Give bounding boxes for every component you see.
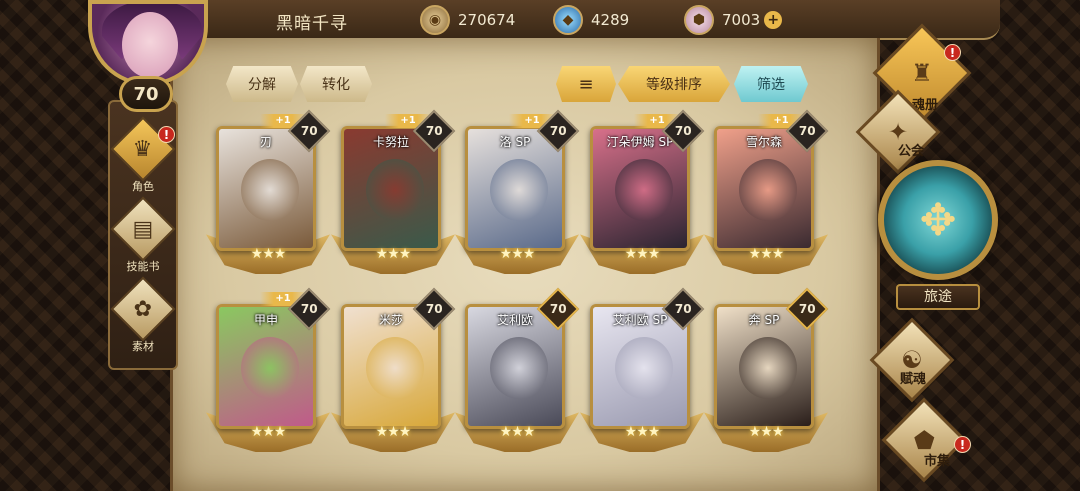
card-level-value: 70 xyxy=(798,123,816,138)
guild-label: 公会 xyxy=(898,144,925,159)
card-character-figure xyxy=(739,337,797,399)
left-nav-character[interactable]: ♛ 角色 ! xyxy=(110,116,176,194)
card-level-value: 70 xyxy=(549,301,567,316)
currency-gold: ◉ 270674 xyxy=(420,5,516,35)
soul-endow-button[interactable]: ☯ 赋魂 xyxy=(866,317,966,406)
hero-card[interactable]: 艾利欧 70 ★★★ xyxy=(455,287,580,456)
card-star-rank: ★★★ xyxy=(748,246,785,262)
market-button[interactable]: ⬟ 市集 ! xyxy=(878,397,978,487)
market-icon: ⬟ xyxy=(881,397,967,483)
material-icon: ✿ xyxy=(110,276,176,342)
card-character-figure xyxy=(366,337,424,399)
blue-crystal-icon: ◆ xyxy=(553,5,583,35)
hero-card[interactable]: 雪尔森 +1 70 ★★★ xyxy=(704,109,829,278)
card-level-value: 70 xyxy=(798,301,816,316)
hero-card[interactable]: 米莎 70 ★★★ xyxy=(331,287,456,456)
card-character-figure xyxy=(615,337,673,399)
card-level-value: 70 xyxy=(674,123,692,138)
journey-label: 旅途 xyxy=(896,284,980,310)
left-nav-material[interactable]: ✿ 素材 xyxy=(110,276,176,354)
hero-card[interactable]: 刃 +1 70 ★★★ xyxy=(206,109,331,278)
currency-crystal-value: 4289 xyxy=(591,11,630,29)
sort-order-button[interactable]: ≡ xyxy=(556,66,616,102)
player-level-badge: 70 xyxy=(119,76,173,112)
hero-card[interactable]: 洛 SP +1 70 ★★★ xyxy=(455,109,580,278)
gold-coin-icon: ◉ xyxy=(420,5,450,35)
card-level-value: 70 xyxy=(425,301,443,316)
avatar-face xyxy=(122,12,178,78)
market-label: 市集 xyxy=(924,454,951,469)
soul-endow-label: 赋魂 xyxy=(900,372,927,387)
card-star-rank: ★★★ xyxy=(624,246,661,262)
card-star-rank: ★★★ xyxy=(624,424,661,440)
filter-button[interactable]: 筛选 xyxy=(734,66,808,102)
hero-card[interactable]: 艾利欧 SP 70 ★★★ xyxy=(580,287,705,456)
card-character-figure xyxy=(241,337,299,399)
skill-book-icon: ▤ xyxy=(110,196,176,262)
add-gem-button[interactable]: + xyxy=(764,11,783,29)
card-level-value: 70 xyxy=(425,123,443,138)
hero-card[interactable]: 甲申 +1 70 ★★★ xyxy=(206,287,331,456)
card-character-figure xyxy=(366,159,424,221)
card-level-value: 70 xyxy=(300,301,318,316)
hero-card[interactable]: 汀朵伊姆 SP +1 70 ★★★ xyxy=(580,109,705,278)
level-sort-button[interactable]: 等级排序 xyxy=(618,66,730,102)
card-star-rank: ★★★ xyxy=(499,424,536,440)
card-level-value: 70 xyxy=(549,123,567,138)
convert-button[interactable]: 转化 xyxy=(300,66,372,102)
card-character-figure xyxy=(490,337,548,399)
player-name: 黑暗千寻 xyxy=(276,14,348,34)
currency-gem-value: 7003 xyxy=(722,11,761,29)
card-level-value: 70 xyxy=(300,123,318,138)
card-character-figure xyxy=(241,159,299,221)
currency-gem: ⬢ 7003 + xyxy=(684,5,783,35)
currency-gold-value: 270674 xyxy=(458,11,516,29)
hero-card[interactable]: 奔 SP 70 ★★★ xyxy=(704,287,829,456)
hero-card[interactable]: 卡努拉 +1 70 ★★★ xyxy=(331,109,456,278)
card-star-rank: ★★★ xyxy=(250,246,287,262)
card-character-figure xyxy=(615,159,673,221)
card-level-value: 70 xyxy=(674,301,692,316)
card-star-rank: ★★★ xyxy=(748,424,785,440)
card-character-figure xyxy=(490,159,548,221)
sort-icon: ≡ xyxy=(578,73,594,95)
soul-endow-icon: ☯ xyxy=(869,317,955,403)
currency-crystal: ◆ 4289 xyxy=(553,5,630,35)
card-star-rank: ★★★ xyxy=(499,246,536,262)
card-character-figure xyxy=(739,159,797,221)
card-star-rank: ★★★ xyxy=(375,424,412,440)
soul-book-alert-badge: ! xyxy=(944,44,961,61)
card-star-rank: ★★★ xyxy=(375,246,412,262)
journey-icon: ✥ xyxy=(878,160,998,280)
card-star-rank: ★★★ xyxy=(250,424,287,440)
pink-gem-icon: ⬢ xyxy=(684,5,714,35)
character-alert-badge: ! xyxy=(158,126,175,143)
journey-button[interactable]: ✥ 旅途 xyxy=(876,160,1000,310)
decompose-button[interactable]: 分解 xyxy=(226,66,298,102)
left-nav-skill-book[interactable]: ▤ 技能书 xyxy=(110,196,176,274)
market-alert-badge: ! xyxy=(954,436,971,453)
